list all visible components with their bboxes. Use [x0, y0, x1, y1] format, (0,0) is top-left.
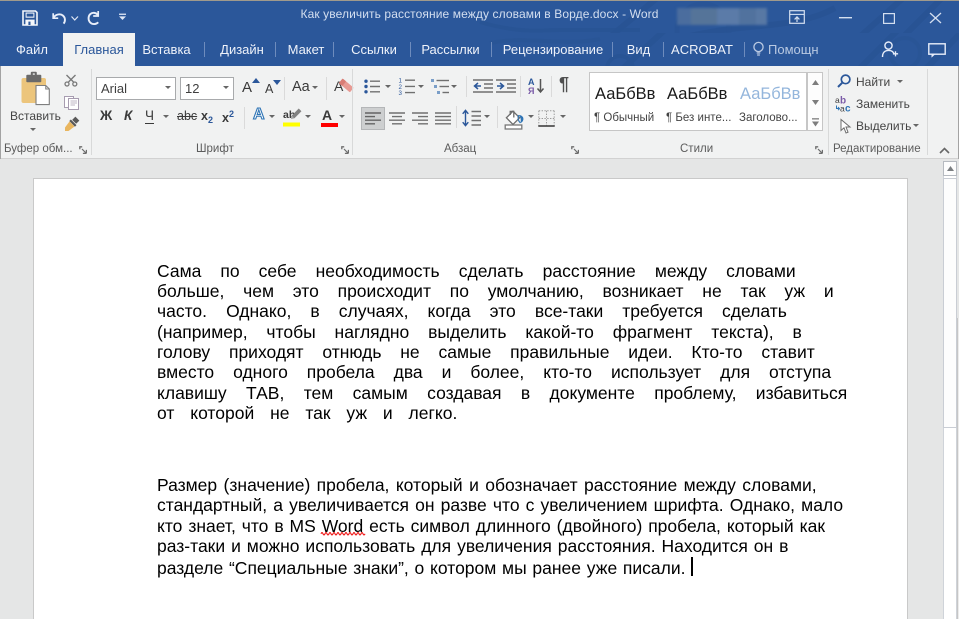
- svg-text:c: c: [845, 104, 851, 115]
- svg-text:3: 3: [399, 90, 403, 97]
- svg-text:Я: Я: [528, 86, 534, 96]
